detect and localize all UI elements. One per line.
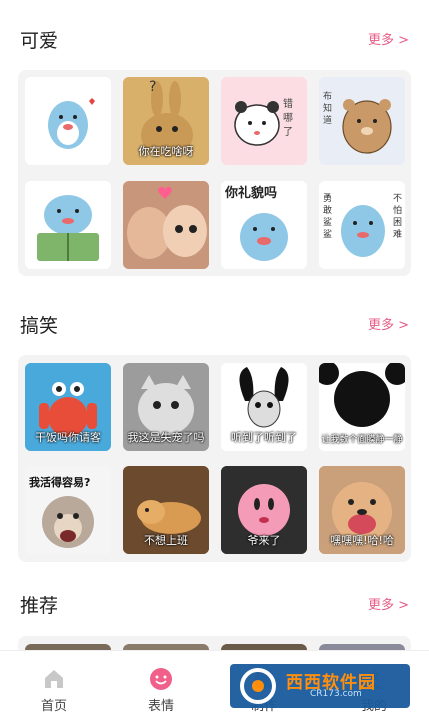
sticker-tile[interactable]: 干饭吗你请客: [25, 363, 111, 451]
tile-caption: 我活得容易?: [29, 476, 91, 489]
sticker-tile[interactable]: 你礼貌吗: [221, 181, 307, 269]
svg-text:知: 知: [323, 102, 332, 114]
section-title: 可爱: [20, 30, 59, 52]
svg-text:怕: 怕: [393, 204, 402, 216]
sticker-tile[interactable]: ? 你在吃啥呀: [123, 77, 209, 165]
watermark-logo: 西西软件园 CR173.com: [230, 664, 410, 708]
dolphin-brave-sticker: 勇 敢 鲨 鲨 不 怕 困 难: [323, 193, 402, 257]
dolphin-polite-sticker: 你礼貌吗: [224, 185, 288, 261]
svg-text:哪: 哪: [283, 112, 293, 124]
tab-emoji[interactable]: 表情: [121, 659, 201, 719]
svg-text:勇: 勇: [323, 193, 332, 204]
panda-bear-sticker: 错 哪 了: [234, 97, 293, 146]
tile-caption: 干饭吗你请客: [35, 431, 101, 444]
svg-text:布: 布: [323, 90, 332, 102]
tile-caption: 让我数个面膜静一静: [321, 435, 403, 445]
section-title: 搞笑: [20, 315, 59, 337]
svg-text:了: 了: [283, 126, 293, 138]
sticker-tile[interactable]: 布 知 道: [319, 77, 405, 165]
smile-icon: [150, 668, 172, 690]
svg-text:错: 错: [283, 97, 293, 110]
sticker-tile[interactable]: [25, 181, 111, 269]
tab-label: 表情: [147, 699, 174, 714]
sticker-grid: ? 你在吃啥呀 错 哪 了 布 知 道 你礼貌吗 勇 敢 鲨 鲨 不 怕 困 难: [18, 70, 411, 276]
tab-label: 首页: [40, 699, 67, 714]
section-header-cute: 可爱 更多 >: [0, 26, 429, 56]
dolphin-cheer-sticker: [48, 98, 95, 149]
sticker-tile[interactable]: 我这是失宠了吗: [123, 363, 209, 451]
svg-text:?: ?: [149, 79, 156, 95]
sticker-tile[interactable]: 嘿嘿嘿!哈!哈: [319, 466, 405, 554]
svg-text:困: 困: [393, 217, 402, 228]
svg-text:敢: 敢: [323, 204, 332, 216]
tab-home[interactable]: 首页: [14, 659, 94, 719]
more-link[interactable]: 更多 >: [368, 591, 409, 621]
more-link[interactable]: 更多 >: [368, 311, 409, 341]
sticker-tile[interactable]: 不想上班: [123, 466, 209, 554]
home-icon: [45, 670, 63, 688]
svg-text:鲨: 鲨: [323, 217, 332, 228]
svg-text:你礼貌吗: 你礼貌吗: [224, 185, 277, 201]
sticker-tile[interactable]: 让我数个面膜静一静: [319, 363, 405, 451]
svg-text:鲨: 鲨: [323, 229, 332, 240]
sticker-tile[interactable]: 我活得容易?: [25, 466, 111, 554]
watermark-sub: CR173.com: [310, 689, 362, 699]
watermark-icon: [240, 668, 276, 704]
sticker-tile[interactable]: 听到了听到了: [221, 363, 307, 451]
sticker-tile[interactable]: 勇 敢 鲨 鲨 不 怕 困 难: [319, 181, 405, 269]
section-title: 推荐: [20, 595, 59, 617]
svg-text:道: 道: [323, 114, 332, 126]
sticker-tile[interactable]: [123, 181, 209, 269]
sticker-tile[interactable]: 错 哪 了: [221, 77, 307, 165]
tile-caption: 不想上班: [144, 534, 188, 547]
tile-caption: 你在吃啥呀: [138, 145, 194, 158]
section-header-recommend: 推荐 更多 >: [0, 591, 429, 621]
tile-caption: 听到了听到了: [231, 431, 297, 444]
brown-bear-sticker: 布 知 道: [323, 90, 392, 154]
tile-caption: 嘿嘿嘿!哈!哈: [330, 534, 394, 547]
cats-photo: [123, 181, 209, 269]
more-link[interactable]: 更多 >: [368, 26, 409, 56]
section-header-funny: 搞笑 更多 >: [0, 311, 429, 341]
svg-text:难: 难: [393, 229, 402, 240]
tile-caption: 爷来了: [247, 534, 281, 547]
svg-text:不: 不: [393, 193, 402, 204]
dolphin-book-sticker: [37, 195, 99, 261]
tile-caption: 我这是失宠了吗: [127, 431, 205, 444]
sticker-tile[interactable]: [25, 77, 111, 165]
sticker-grid: 干饭吗你请客 我这是失宠了吗 听到了听到了 让我数个面膜静一静 我活得容易? 不…: [18, 355, 411, 562]
sticker-tile[interactable]: 爷来了: [221, 466, 307, 554]
